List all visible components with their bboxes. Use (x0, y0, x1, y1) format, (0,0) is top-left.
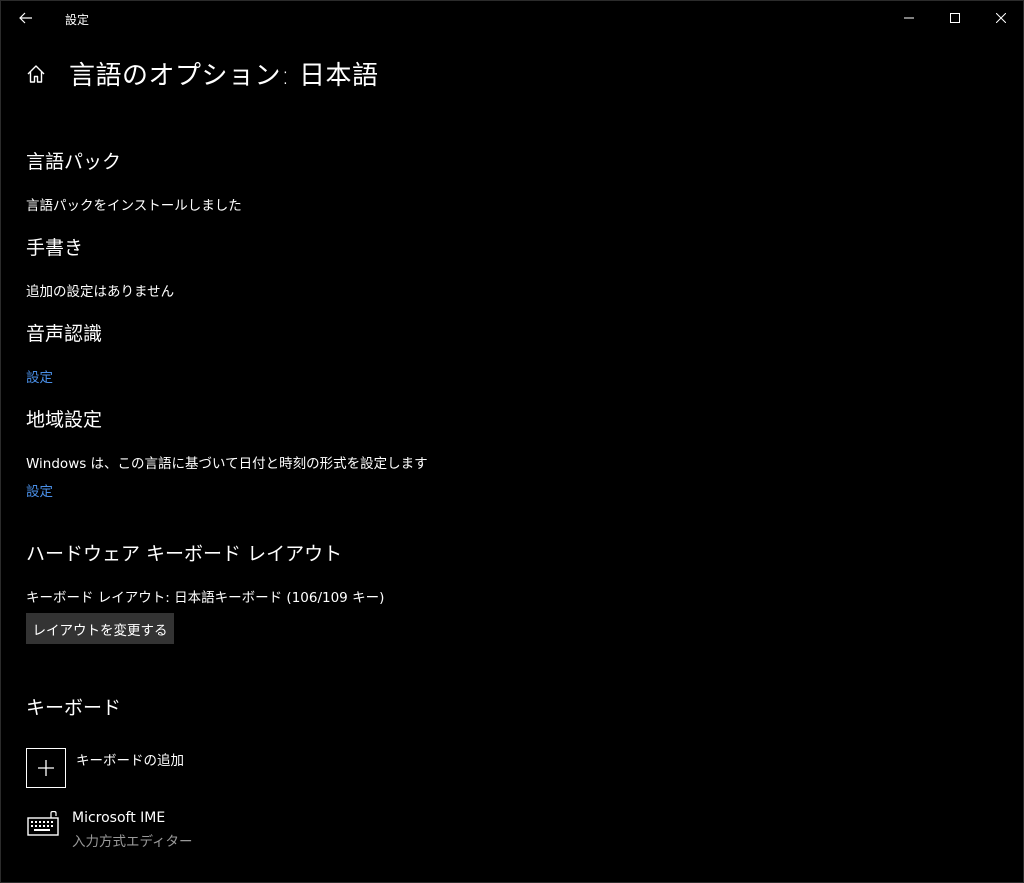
keyboard-item-description: 入力方式エディター (72, 834, 193, 850)
handwriting-status: 追加の設定はありません (26, 284, 175, 300)
plus-icon (38, 760, 54, 776)
add-keyboard-button[interactable] (26, 748, 66, 788)
back-arrow-icon (19, 12, 32, 24)
speech-settings-link[interactable]: 設定 (26, 366, 53, 386)
maximize-icon (950, 13, 960, 23)
home-icon (27, 65, 45, 83)
handwriting-heading: 手書き (26, 237, 84, 259)
language-pack-heading: 言語パック (26, 151, 122, 173)
language-pack-status: 言語パックをインストールしました (26, 198, 242, 214)
keyboard-icon (27, 810, 59, 836)
minimize-icon (904, 17, 914, 19)
title-bar: 設定 (1, 1, 1023, 35)
change-layout-button[interactable]: レイアウトを変更する (26, 613, 174, 644)
home-button[interactable] (25, 63, 47, 85)
keyboard-item-icon (27, 810, 61, 837)
settings-window: 設定 言語のオプション: 日本語 言語パック 言語パックをインストールしました … (0, 0, 1024, 883)
current-keyboard-layout: キーボード レイアウト: 日本語キーボード (106/109 キー) (26, 590, 385, 606)
page-title: 言語のオプション: 日本語 (69, 61, 379, 91)
keyboard-heading: キーボード (26, 697, 122, 719)
back-button[interactable] (11, 5, 41, 31)
speech-heading: 音声認識 (26, 323, 103, 345)
close-button[interactable] (978, 1, 1024, 35)
region-heading: 地域設定 (26, 409, 103, 431)
app-title: 設定 (65, 13, 90, 27)
region-settings-link[interactable]: 設定 (26, 480, 53, 500)
maximize-button[interactable] (932, 1, 978, 35)
keyboard-item-name[interactable]: Microsoft IME (72, 810, 165, 826)
hardware-keyboard-heading: ハードウェア キーボード レイアウト (26, 543, 343, 565)
minimize-button[interactable] (886, 1, 932, 35)
close-icon (996, 13, 1006, 23)
add-keyboard-label[interactable]: キーボードの追加 (76, 749, 184, 769)
region-description: Windows は、この言語に基づいて日付と時刻の形式を設定します (26, 456, 428, 472)
